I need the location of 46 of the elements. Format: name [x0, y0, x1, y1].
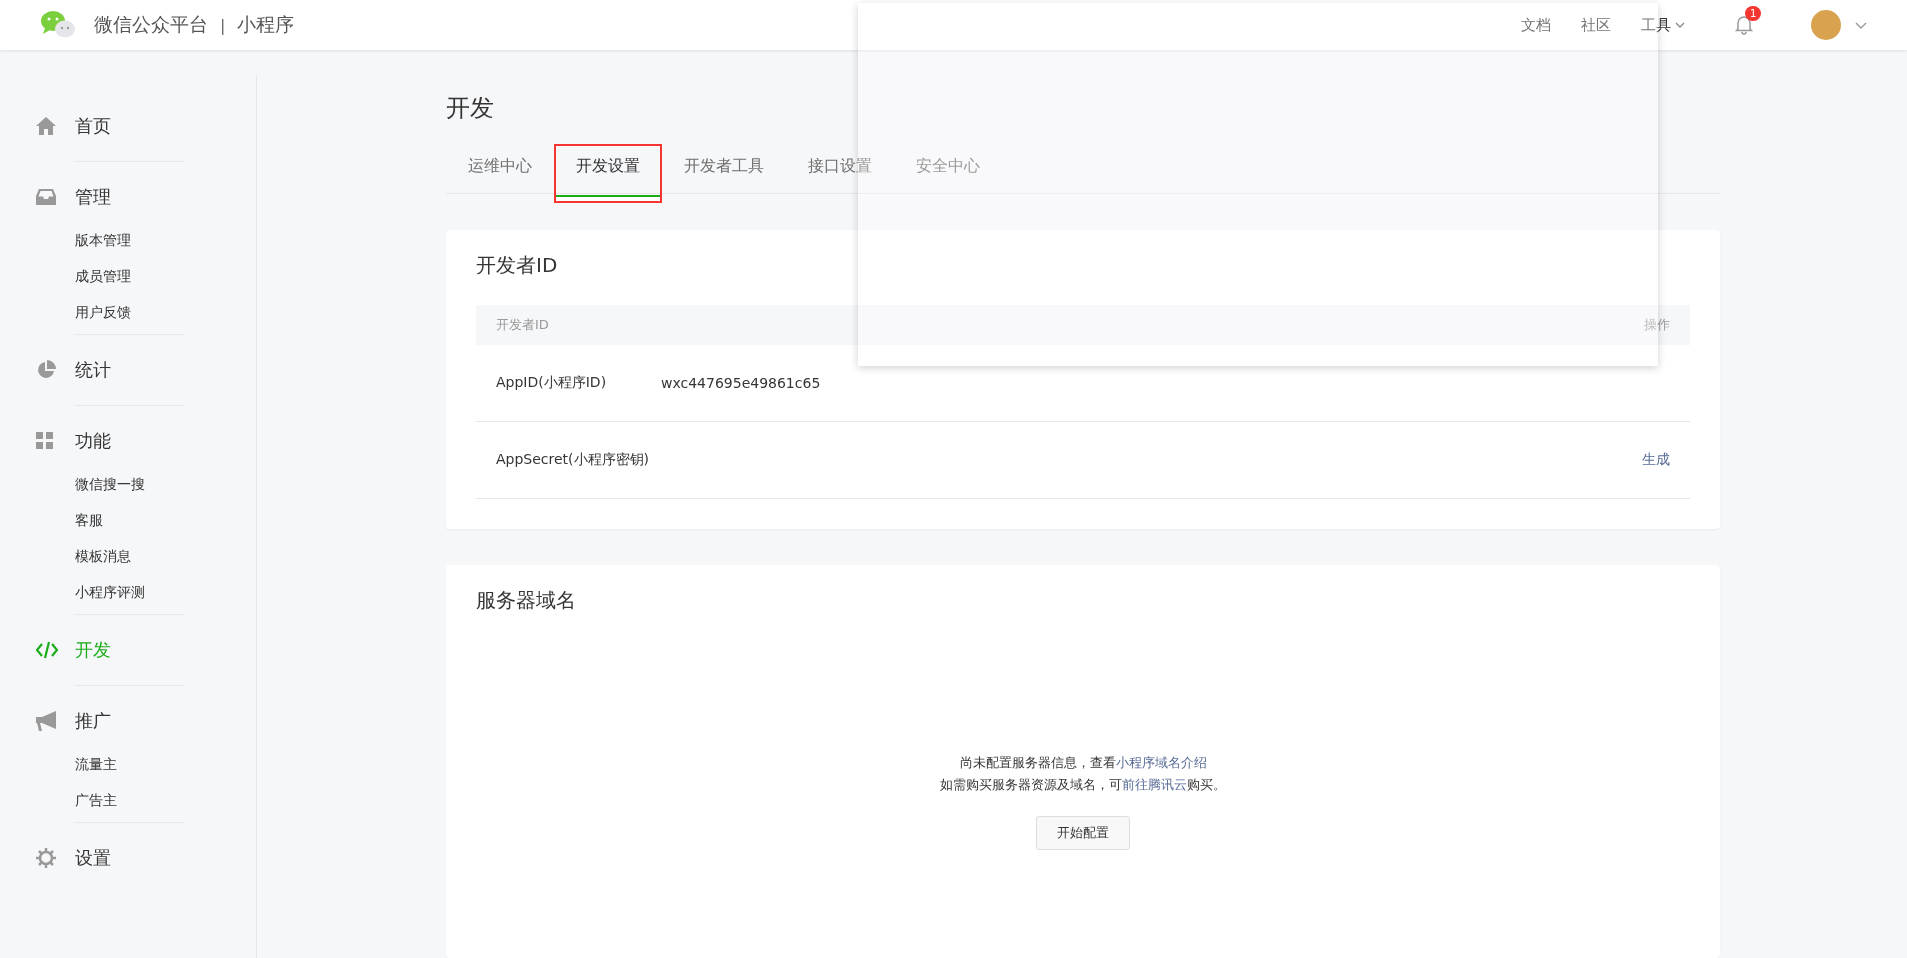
title-separator: | — [220, 15, 226, 35]
sidebar-item[interactable]: 首页 — [36, 95, 256, 157]
info-text: 尚未配置服务器信息，查看小程序域名介绍 — [959, 754, 1207, 772]
card-title: 开发者ID — [476, 252, 559, 279]
text-link[interactable]: 前往腾讯云 — [1122, 777, 1187, 792]
sidebar-subitem[interactable]: 小程序评测 — [36, 574, 256, 610]
sidebar-subitem[interactable]: 用户反馈 — [36, 294, 256, 330]
sidebar-item[interactable]: 统计 — [36, 339, 256, 401]
sidebar-item[interactable]: 设置 — [36, 827, 256, 889]
avatar-icon[interactable] — [1811, 10, 1841, 40]
column-header: 开发者ID — [496, 316, 549, 334]
tab[interactable]: 接口设置 — [786, 144, 894, 193]
megaphone-icon — [36, 711, 58, 731]
start-config-button[interactable]: 开始配置 — [1036, 816, 1130, 850]
table-cell-text: AppSecret(小程序密钥) — [496, 451, 651, 469]
grid-icon — [36, 432, 54, 450]
sidebar-subitem[interactable]: 广告主 — [36, 782, 256, 818]
tab[interactable]: 运维中心 — [446, 144, 554, 193]
card-title: 服务器域名 — [476, 587, 577, 614]
page-title: 开发 — [446, 93, 495, 124]
product-title: 小程序 — [237, 12, 295, 37]
platform-title[interactable]: 微信公众平台 — [94, 12, 208, 38]
bell-icon[interactable] — [1735, 15, 1753, 35]
nav-link[interactable]: 工具 — [1641, 15, 1685, 35]
info-text: 如需购买服务器资源及域名，可前往腾讯云购买。 — [940, 776, 1226, 794]
generate-link[interactable]: 生成 — [1642, 451, 1670, 469]
home-icon — [36, 117, 56, 135]
nav-link[interactable]: 社区 — [1581, 15, 1611, 35]
text-link[interactable]: 小程序域名介绍 — [1115, 755, 1207, 770]
table-cell: wxc447695e49861c65 — [661, 375, 821, 391]
sidebar-subitem[interactable]: 成员管理 — [36, 258, 256, 294]
nav-link[interactable]: 文档 — [1521, 15, 1551, 35]
inbox-icon — [36, 189, 56, 205]
code-icon — [36, 641, 58, 659]
caret-icon — [1675, 22, 1685, 28]
notification-badge: 1 — [1745, 6, 1762, 21]
column-header: 操作 — [1644, 316, 1670, 334]
pie-chart-icon — [36, 360, 56, 380]
tab[interactable]: 开发者工具 — [662, 144, 786, 193]
chat-bubbles-logo-icon — [40, 10, 76, 40]
settings-icon — [36, 848, 56, 868]
sidebar-subitem[interactable]: 客服 — [36, 502, 256, 538]
caret-icon[interactable] — [1855, 21, 1867, 29]
sidebar-subitem[interactable]: 模板消息 — [36, 538, 256, 574]
tab[interactable]: 开发设置 — [554, 144, 662, 203]
table-cell-text: AppID(小程序ID) — [496, 374, 608, 392]
